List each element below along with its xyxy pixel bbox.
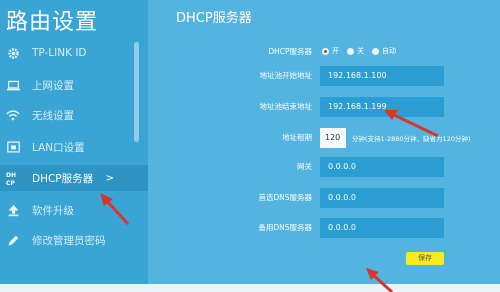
gear-icon	[0, 47, 26, 60]
field-label: DHCP服务器	[268, 47, 312, 56]
field-label: 首选DNS服务器	[258, 193, 312, 202]
pencil-icon	[0, 234, 26, 247]
primary-dns-row: 首选DNS服务器 0.0.0.0	[148, 188, 500, 208]
start-address-row: 地址池开始地址 192.168.1.100	[148, 66, 500, 86]
lan-port-icon	[0, 141, 26, 153]
sidebar-item-upgrade[interactable]: 软件升级	[0, 197, 148, 223]
sidebar-item-label: 无线设置	[32, 109, 74, 122]
field-label: 地址租期	[282, 133, 312, 142]
radio-label: 关	[357, 47, 364, 55]
radio-label: 自动	[382, 47, 396, 55]
lease-time-input[interactable]: 120	[320, 128, 346, 148]
secondary-dns-row: 备用DNS服务器 0.0.0.0	[148, 218, 500, 238]
sidebar-item-lan[interactable]: LAN口设置	[0, 134, 148, 160]
sidebar-item-label: DHCP服务器	[32, 172, 94, 185]
field-label: 地址池结束地址	[259, 102, 313, 111]
bottom-bar	[0, 284, 500, 292]
field-label: 网关	[297, 162, 312, 171]
radio-off[interactable]: 关	[347, 46, 364, 56]
save-button[interactable]: 保存	[406, 252, 444, 265]
sidebar-item-wireless[interactable]: 无线设置	[0, 102, 148, 128]
end-address-input[interactable]: 192.168.1.199	[320, 97, 444, 117]
radio-dot-icon	[322, 47, 329, 55]
lease-time-hint: 分钟(支持1-2880分钟，缺省为120分钟)	[352, 135, 471, 143]
chevron-right-icon: >	[105, 172, 114, 184]
sidebar-item-admin-password[interactable]: 修改管理员密码	[0, 227, 148, 253]
gateway-input[interactable]: 0.0.0.0	[320, 157, 444, 177]
end-address-row: 地址池结束地址 192.168.1.199	[148, 97, 500, 117]
radio-label: 开	[332, 47, 339, 55]
gateway-row: 网关 0.0.0.0	[148, 157, 500, 177]
lease-time-row: 地址租期 120 分钟(支持1-2880分钟，缺省为120分钟)	[148, 128, 500, 148]
svg-text:DH: DH	[6, 172, 16, 179]
upgrade-icon	[0, 204, 26, 217]
sidebar-item-label: 修改管理员密码	[32, 234, 106, 247]
sidebar: 路由设置 TP-LINK ID 上网设置 无线设置 LAN口设置 DH CP DH…	[0, 0, 148, 292]
radio-dot-icon	[347, 47, 354, 55]
sidebar-item-label: LAN口设置	[32, 141, 85, 154]
sidebar-item-tplink-id[interactable]: TP-LINK ID	[0, 40, 148, 66]
sidebar-item-dhcp[interactable]: DH CP DHCP服务器 >	[0, 165, 148, 191]
sidebar-item-label: 软件升级	[32, 204, 74, 217]
sidebar-item-label: 上网设置	[32, 79, 74, 92]
radio-dot-icon	[372, 47, 379, 55]
radio-on[interactable]: 开	[322, 46, 339, 56]
field-label: 地址池开始地址	[259, 71, 313, 80]
primary-dns-input[interactable]: 0.0.0.0	[320, 188, 444, 208]
sidebar-title: 路由设置	[6, 10, 99, 35]
laptop-icon	[0, 80, 26, 91]
main-panel: DHCP服务器 DHCP服务器 开 关 自动 地址池开始地址 192.168.1…	[148, 0, 500, 292]
secondary-dns-input[interactable]: 0.0.0.0	[320, 218, 444, 238]
field-label: 备用DNS服务器	[258, 223, 312, 232]
wifi-icon	[0, 109, 26, 121]
radio-auto[interactable]: 自动	[372, 46, 396, 56]
svg-text:CP: CP	[6, 180, 15, 186]
dhcp-server-row: DHCP服务器 开 关 自动	[148, 42, 500, 62]
sidebar-item-internet[interactable]: 上网设置	[0, 72, 148, 98]
dhcp-mode-radio-group: 开 关 自动	[322, 46, 396, 56]
sidebar-item-label: TP-LINK ID	[32, 47, 87, 59]
page-title: DHCP服务器	[176, 11, 252, 26]
start-address-input[interactable]: 192.168.1.100	[320, 66, 444, 86]
dhcp-icon: DH CP	[0, 170, 26, 186]
